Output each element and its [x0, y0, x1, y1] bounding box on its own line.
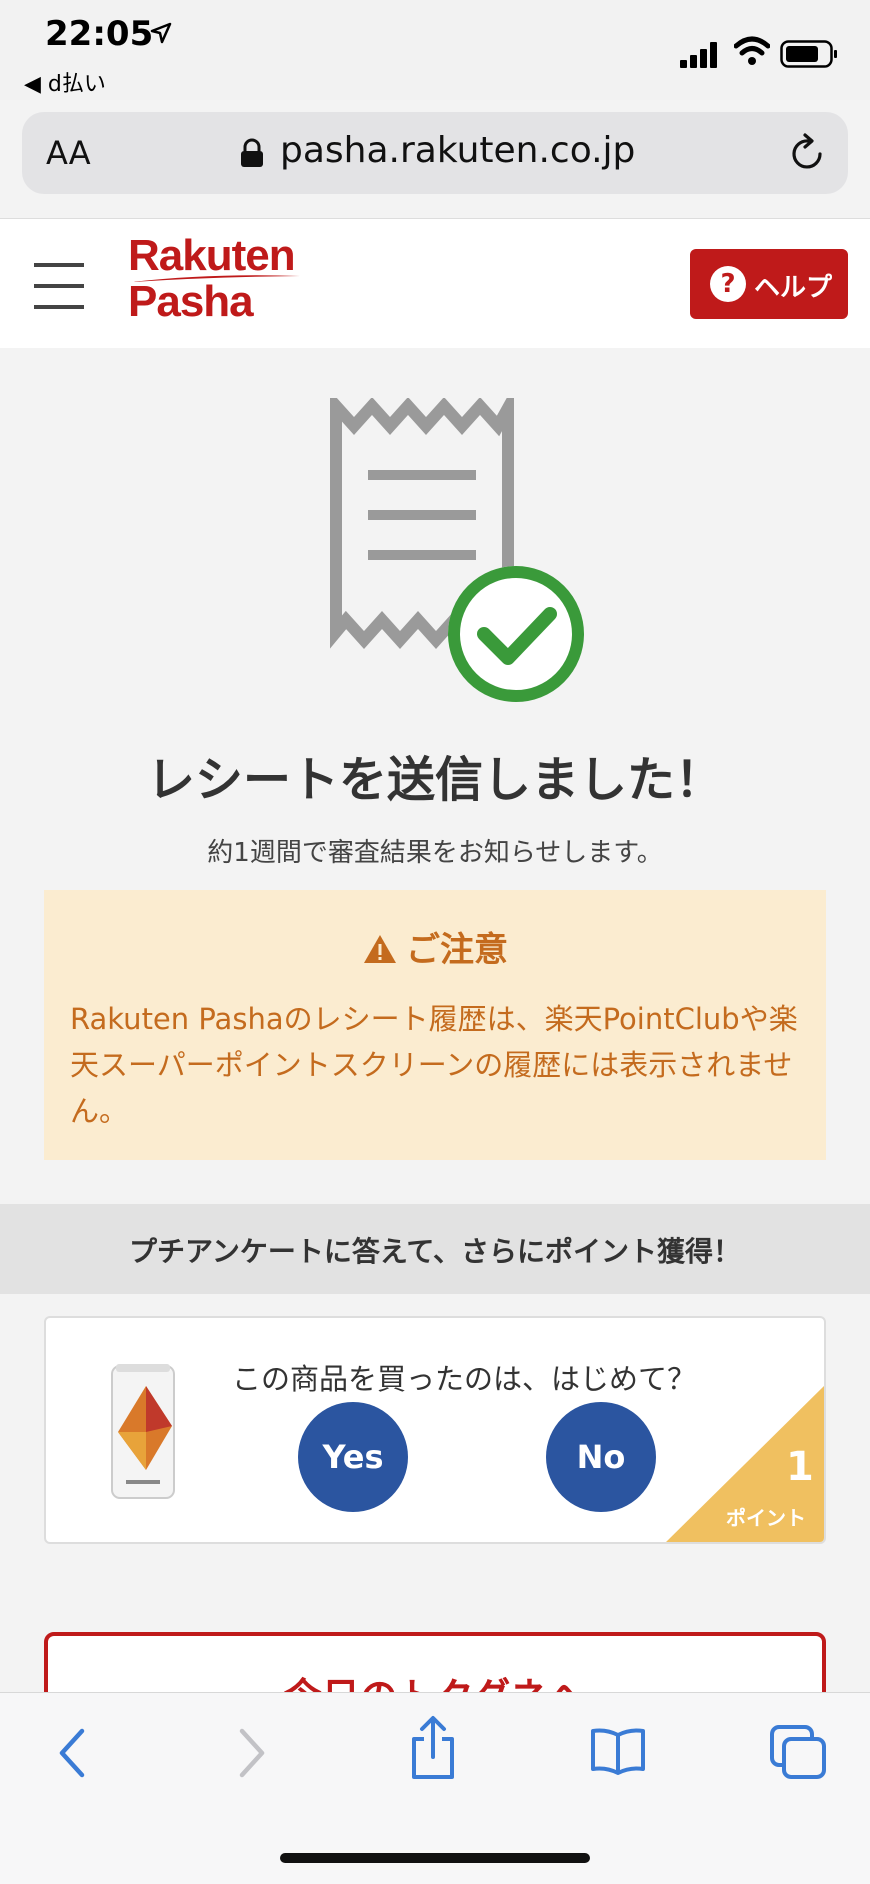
page-subtitle: 約1週間で審査結果をお知らせします。 [207, 838, 663, 868]
notice-title-row: ご注意 [44, 922, 826, 971]
back-icon[interactable] [52, 1723, 92, 1783]
site-header: Rakuten Pasha ? ヘルプ [0, 218, 870, 348]
battery-icon [780, 40, 837, 68]
rakuten-pasha-logo[interactable]: Rakuten Pasha [128, 233, 300, 326]
help-label: ヘルプ [754, 273, 833, 303]
wifi-icon [734, 36, 770, 65]
share-icon[interactable] [408, 1715, 458, 1781]
forward-icon[interactable] [232, 1723, 272, 1783]
page-title: レシートを送信しました！ [146, 752, 723, 808]
browser-toolbar [0, 1692, 870, 1884]
home-indicator[interactable] [280, 1853, 590, 1863]
status-time: 22:05 [45, 14, 154, 54]
logo-swoosh [132, 275, 300, 282]
yes-button[interactable]: Yes [298, 1402, 408, 1512]
survey-banner: プチアンケートに答えて、さらにポイント獲得！ [0, 1204, 870, 1294]
back-to-app-link[interactable]: ◀ d払い [24, 66, 106, 98]
status-bar: 22:05 ◀ d払い [0, 0, 870, 100]
notice-body: Rakuten Pashaのレシート履歴は、楽天PointClubや楽天スーパー… [70, 1002, 798, 1128]
logo-line2: Pasha [128, 277, 254, 326]
no-button[interactable]: No [546, 1402, 656, 1512]
notice-box: ご注意 Rakuten Pashaのレシート履歴は、楽天PointClubや楽天… [44, 890, 826, 1160]
survey-question: この商品を買ったのは、はじめて？ [232, 1362, 697, 1396]
address-bar[interactable]: AA pasha.rakuten.co.jp [22, 112, 848, 194]
tabs-icon[interactable] [770, 1725, 828, 1779]
text-size-button[interactable]: AA [46, 134, 91, 172]
menu-icon[interactable] [34, 263, 86, 309]
warning-icon [364, 935, 396, 963]
survey-banner-text: プチアンケートに答えて、さらにポイント獲得！ [128, 1235, 742, 1268]
reload-icon[interactable] [788, 132, 828, 174]
lock-icon [241, 138, 263, 167]
location-arrow-icon [150, 22, 172, 44]
question-icon: ? [710, 266, 746, 302]
receipt-sent-icon [330, 398, 584, 702]
notice-title: ご注意 [406, 930, 508, 970]
survey-card: この商品を買ったのは、はじめて？ Yes No 1 ポイント [44, 1316, 826, 1544]
bookmarks-icon[interactable] [590, 1727, 646, 1775]
help-button[interactable]: ? ヘルプ [690, 249, 848, 319]
product-can-image [111, 1364, 175, 1499]
points-label: ポイント [726, 1506, 806, 1530]
screen: 22:05 ◀ d払い AA pasha.rakuten.co.jp Rakut… [0, 0, 870, 1884]
points-value: 1 [786, 1444, 814, 1490]
url-text[interactable]: pasha.rakuten.co.jp [280, 130, 635, 171]
cellular-signal-icon [680, 42, 717, 68]
